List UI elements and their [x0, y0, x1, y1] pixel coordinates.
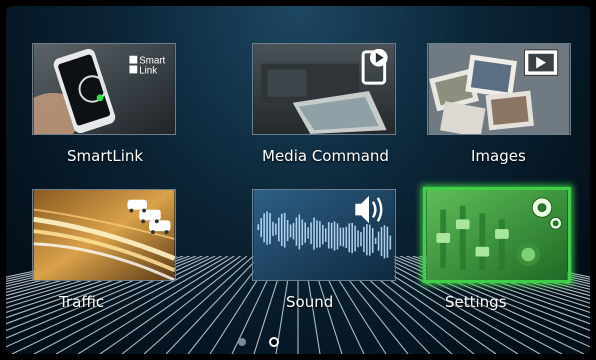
smartlink-icon: Smart Link [33, 44, 175, 134]
page-indicator-1[interactable] [238, 338, 246, 346]
settings-tile[interactable] [423, 187, 571, 283]
images-tile[interactable] [427, 43, 571, 135]
images-icon [428, 44, 570, 134]
traffic-icon [33, 190, 175, 280]
page-indicator-2[interactable] [269, 337, 279, 347]
traffic-label: Traffic [59, 293, 105, 311]
media-command-label: Media Command [262, 147, 389, 165]
smartlink-label: SmartLink [67, 147, 144, 165]
infotainment-screen: Smart Link SmartLink Media Command Image… [6, 6, 590, 354]
settings-label: Settings [445, 293, 507, 311]
media-command-tile[interactable] [252, 43, 396, 135]
svg-text:Link: Link [139, 65, 157, 76]
media-command-icon [253, 44, 395, 134]
sound-icon [253, 190, 395, 280]
traffic-tile[interactable] [32, 189, 176, 281]
settings-icon [426, 190, 568, 280]
images-label: Images [471, 147, 526, 165]
smartlink-tile[interactable]: Smart Link [32, 43, 176, 135]
sound-tile[interactable] [252, 189, 396, 281]
sound-label: Sound [286, 293, 334, 311]
